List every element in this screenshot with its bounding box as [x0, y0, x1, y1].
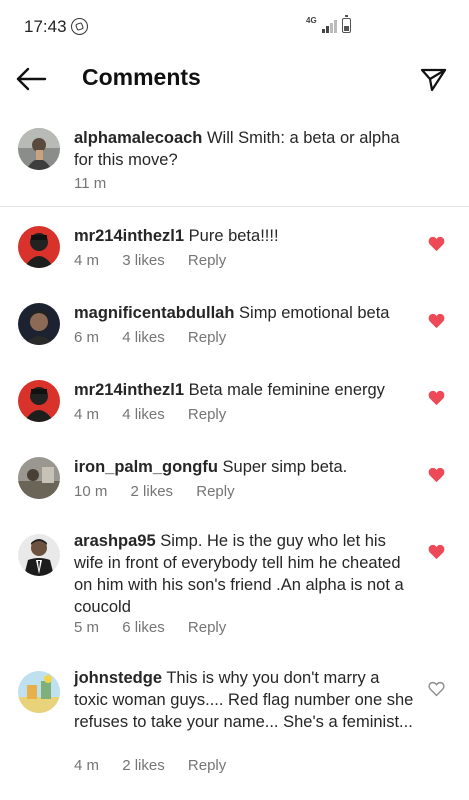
- reply-button[interactable]: Reply: [188, 757, 226, 774]
- network-type-label: 4G: [306, 16, 317, 25]
- status-time: 17:43: [24, 17, 67, 36]
- comment-text: arashpa95 Simp. He is the guy who let hi…: [74, 530, 415, 618]
- comment-likes[interactable]: 2 likes: [122, 757, 165, 774]
- comment-likes[interactable]: 2 likes: [131, 483, 174, 500]
- reply-button[interactable]: Reply: [188, 329, 226, 346]
- back-button[interactable]: [14, 64, 48, 94]
- post-caption: alphamalecoach Will Smith: a beta or alp…: [0, 117, 469, 207]
- send-icon: [420, 68, 447, 92]
- avatar[interactable]: [18, 128, 60, 170]
- comment-text: magnificentabdullah Simp emotional beta: [74, 302, 415, 324]
- comment-time: 4 m: [74, 252, 100, 269]
- heart-filled-icon[interactable]: [428, 544, 445, 560]
- comment-meta: 6 m 4 likes Reply: [74, 329, 245, 346]
- arrow-left-icon: [16, 67, 47, 91]
- comment-username[interactable]: iron_palm_gongfu: [74, 458, 218, 476]
- reply-button[interactable]: Reply: [196, 483, 234, 500]
- caption-time: 11 m: [74, 175, 107, 192]
- comment-body: Pure beta!!!!: [188, 227, 279, 245]
- caption-meta: 11 m: [74, 175, 125, 192]
- comment-meta: 4 m 4 likes Reply: [74, 406, 245, 423]
- heart-filled-icon[interactable]: [428, 467, 445, 483]
- reply-button[interactable]: Reply: [188, 252, 226, 269]
- status-bar: 17:43 4G: [0, 0, 469, 52]
- comment-time: 4 m: [74, 406, 100, 423]
- comment-text: iron_palm_gongfu Super simp beta.: [74, 456, 415, 478]
- comment-likes[interactable]: 4 likes: [122, 329, 165, 346]
- header: Comments: [0, 52, 469, 108]
- comment-likes[interactable]: 3 likes: [122, 252, 165, 269]
- comment-body: Beta male feminine energy: [188, 381, 385, 399]
- reply-button[interactable]: Reply: [188, 406, 226, 423]
- comment-time: 5 m: [74, 619, 100, 636]
- signal-icon: [322, 19, 338, 33]
- heart-filled-icon[interactable]: [428, 313, 445, 329]
- heart-filled-icon[interactable]: [428, 236, 445, 252]
- avatar[interactable]: [18, 457, 60, 499]
- comment-text: mr214inthezl1 Pure beta!!!!: [74, 225, 415, 247]
- avatar[interactable]: [18, 534, 60, 576]
- comment-likes[interactable]: 4 likes: [122, 406, 165, 423]
- comment-username[interactable]: mr214inthezl1: [74, 381, 184, 399]
- comment-body: Simp emotional beta: [239, 304, 390, 322]
- comment-time: 6 m: [74, 329, 100, 346]
- comment-meta: 5 m 6 likes Reply: [74, 619, 245, 636]
- avatar[interactable]: [18, 226, 60, 268]
- comment-likes[interactable]: 6 likes: [122, 619, 165, 636]
- whatsapp-icon: [71, 18, 88, 35]
- page-title: Comments: [82, 64, 201, 90]
- battery-icon: [342, 15, 351, 33]
- avatar[interactable]: [18, 303, 60, 345]
- comment-meta: 4 m 2 likes Reply: [74, 757, 245, 774]
- heart-filled-icon[interactable]: [428, 390, 445, 406]
- comment-username[interactable]: magnificentabdullah: [74, 304, 234, 322]
- comment-meta: 4 m 3 likes Reply: [74, 252, 245, 269]
- comment-text: mr214inthezl1 Beta male feminine energy: [74, 379, 415, 401]
- avatar[interactable]: [18, 380, 60, 422]
- heart-outline-icon[interactable]: [428, 681, 445, 697]
- comment-time: 4 m: [74, 757, 100, 774]
- caption-text: alphamalecoach Will Smith: a beta or alp…: [74, 127, 415, 171]
- avatar[interactable]: [18, 671, 60, 713]
- share-button[interactable]: [416, 62, 450, 96]
- comment-text: johnstedge This is why you don't marry a…: [74, 667, 415, 733]
- comment-username[interactable]: mr214inthezl1: [74, 227, 184, 245]
- reply-button[interactable]: Reply: [188, 619, 226, 636]
- comment-username[interactable]: johnstedge: [74, 669, 162, 687]
- comment-time: 10 m: [74, 483, 108, 500]
- caption-username[interactable]: alphamalecoach: [74, 129, 202, 147]
- comment-body: Super simp beta.: [222, 458, 348, 476]
- comment-username[interactable]: arashpa95: [74, 532, 156, 550]
- comment-meta: 10 m 2 likes Reply: [74, 483, 254, 500]
